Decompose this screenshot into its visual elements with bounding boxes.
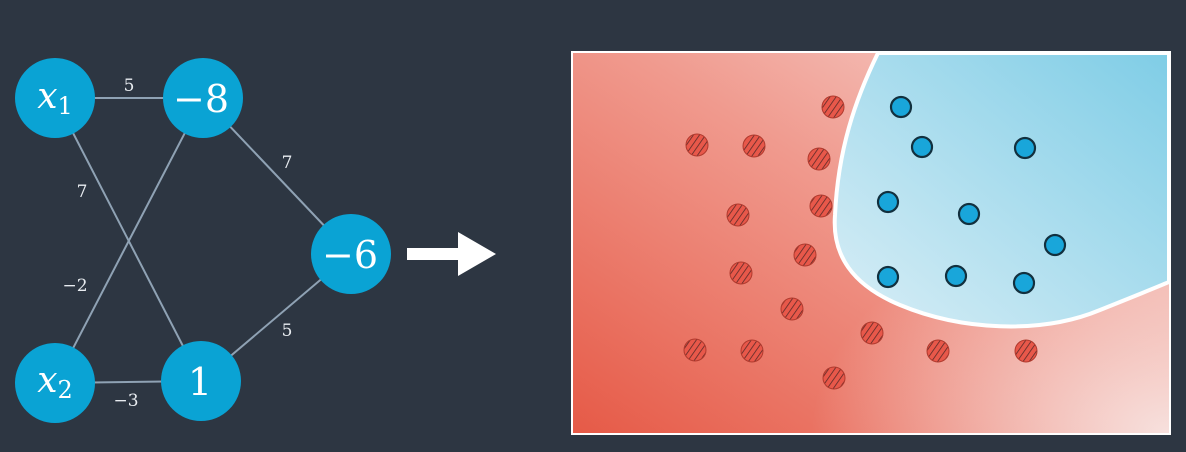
red-point <box>926 339 950 363</box>
network-nodes: x1 x2 −8 1 −6 <box>15 58 391 423</box>
blue-point <box>1043 233 1067 257</box>
weight-h2-out: 5 <box>282 321 293 341</box>
node-hidden-2-label: 1 <box>188 360 212 404</box>
arrow-icon <box>407 232 496 276</box>
red-point <box>821 95 845 119</box>
node-hidden-1: −8 <box>163 58 243 138</box>
weight-x1-h2: 7 <box>77 182 88 202</box>
blue-point <box>1012 271 1036 295</box>
red-point <box>780 297 804 321</box>
red-point <box>685 133 709 157</box>
red-point <box>740 339 764 363</box>
node-x2-sub: 2 <box>58 376 73 404</box>
red-point <box>793 243 817 267</box>
red-point <box>822 366 846 390</box>
node-x1-sub: 1 <box>58 92 73 120</box>
red-point <box>860 321 884 345</box>
node-hidden-1-label: −8 <box>173 77 229 121</box>
node-output: −6 <box>311 214 391 294</box>
red-point <box>809 194 833 218</box>
blue-point <box>944 264 968 288</box>
weight-h1-out: 7 <box>282 153 293 173</box>
blue-point <box>876 265 900 289</box>
red-point <box>807 147 831 171</box>
node-x1-base: x <box>37 76 57 117</box>
weight-x1-h1: 5 <box>124 76 135 96</box>
blue-point <box>889 95 913 119</box>
node-x2: x2 <box>15 343 95 423</box>
node-hidden-2: 1 <box>161 341 241 421</box>
diagram-canvas: 5 7 −2 −3 7 5 x1 x2 −8 1 −6 <box>15 51 1171 435</box>
red-point <box>726 203 750 227</box>
node-x1: x1 <box>15 58 95 138</box>
classification-panel <box>571 51 1171 435</box>
weight-x2-h2: −3 <box>113 391 138 411</box>
weight-x2-h1: −2 <box>62 276 87 296</box>
blue-point <box>876 190 900 214</box>
node-x2-base: x <box>37 360 57 401</box>
red-point <box>683 338 707 362</box>
red-point <box>742 134 766 158</box>
blue-point <box>1013 136 1037 160</box>
blue-point <box>957 202 981 226</box>
network-edges <box>54 97 352 384</box>
red-point <box>1014 339 1038 363</box>
node-output-label: −6 <box>322 233 378 277</box>
edge-x1-h2 <box>54 97 202 382</box>
blue-point <box>910 135 934 159</box>
red-point <box>729 261 753 285</box>
